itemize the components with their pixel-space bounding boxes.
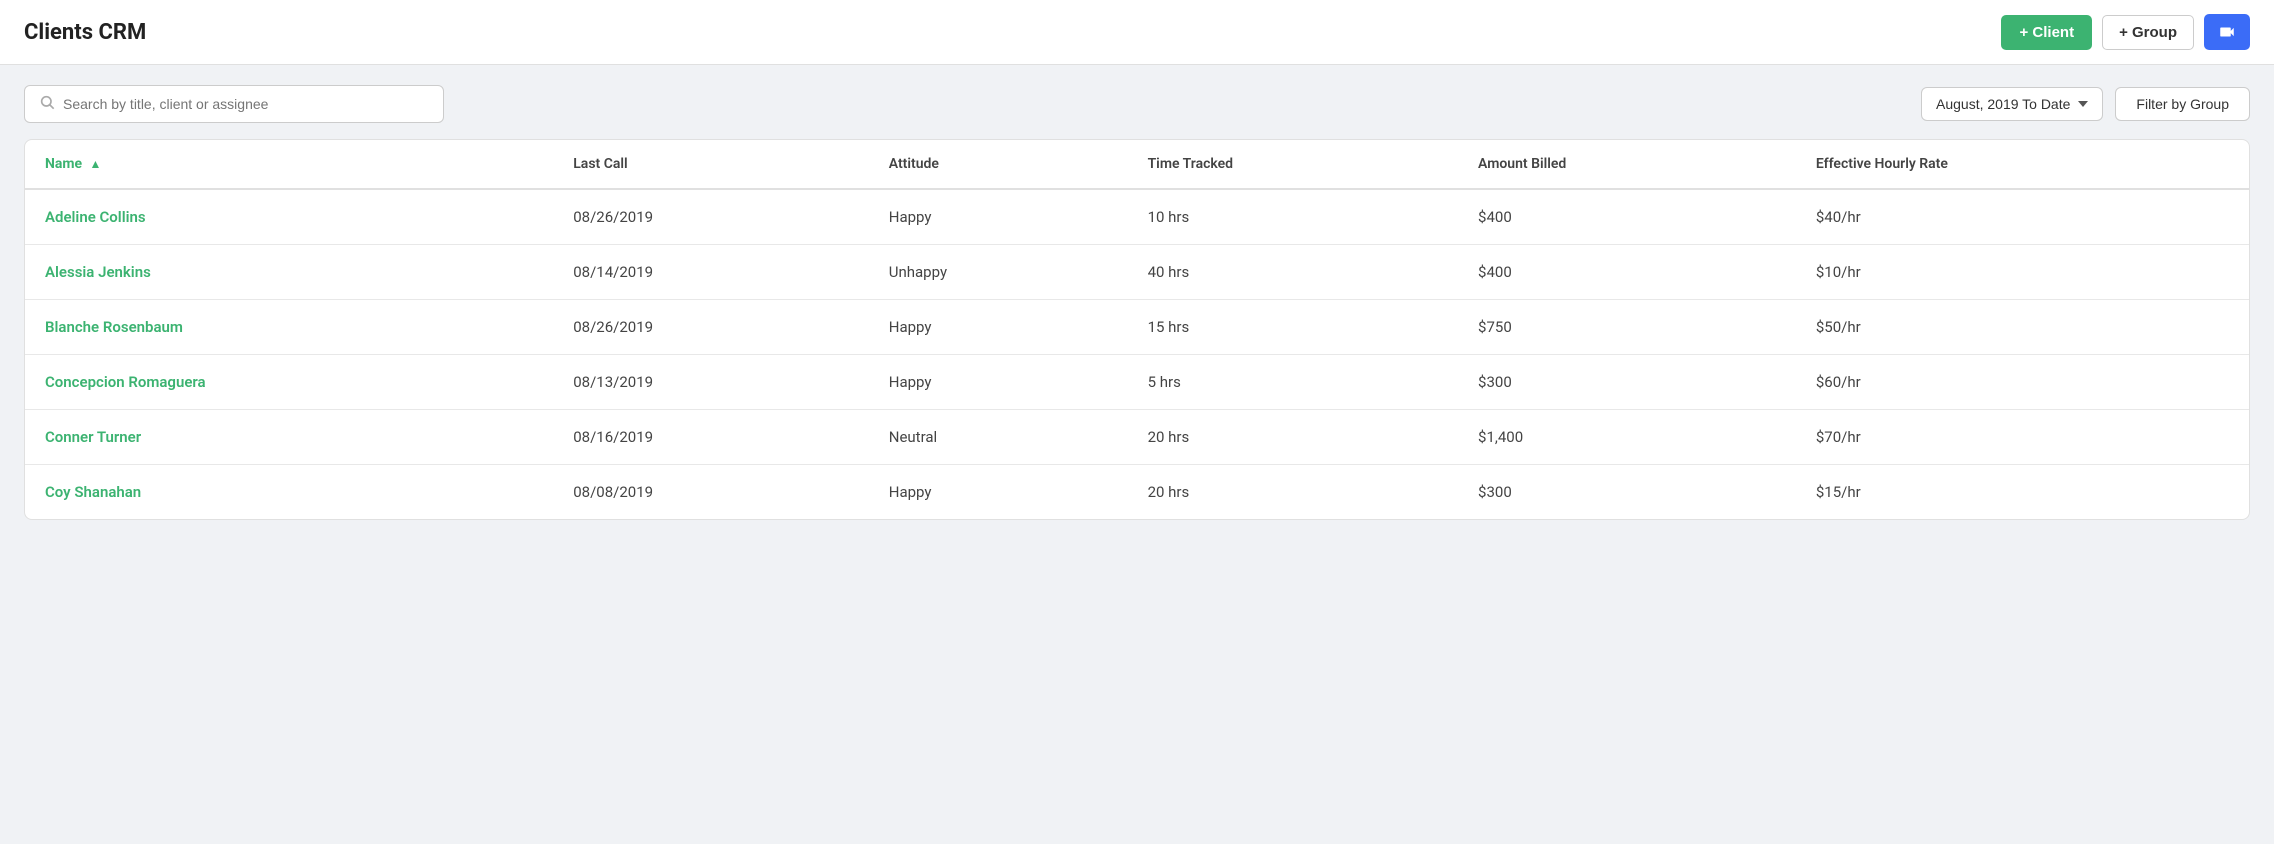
effective-hourly-rate-cell: $40/hr: [1796, 189, 2249, 245]
clients-table: Name ▲ Last Call Attitude Time Tracked A…: [25, 140, 2249, 519]
last-call-cell: 08/26/2019: [553, 189, 869, 245]
date-filter-label: August, 2019 To Date: [1936, 96, 2070, 112]
effective-hourly-rate-cell: $50/hr: [1796, 300, 2249, 355]
time-tracked-cell: 40 hrs: [1128, 245, 1458, 300]
time-tracked-cell: 10 hrs: [1128, 189, 1458, 245]
client-name-cell[interactable]: Concepcion Romaguera: [25, 355, 553, 410]
amount-billed-cell: $400: [1458, 189, 1796, 245]
effective-hourly-rate-cell: $10/hr: [1796, 245, 2249, 300]
header-bar: Clients CRM + Client + Group: [0, 0, 2274, 65]
client-name-cell[interactable]: Alessia Jenkins: [25, 245, 553, 300]
search-icon: [39, 94, 55, 114]
last-call-cell: 08/26/2019: [553, 300, 869, 355]
search-input[interactable]: [63, 96, 429, 112]
table-row: Alessia Jenkins 08/14/2019 Unhappy 40 hr…: [25, 245, 2249, 300]
col-header-attitude[interactable]: Attitude: [869, 140, 1128, 189]
amount-billed-cell: $1,400: [1458, 410, 1796, 465]
attitude-cell: Happy: [869, 189, 1128, 245]
page-title: Clients CRM: [24, 20, 146, 45]
client-name-cell[interactable]: Adeline Collins: [25, 189, 553, 245]
time-tracked-cell: 20 hrs: [1128, 410, 1458, 465]
date-filter-button[interactable]: August, 2019 To Date: [1921, 87, 2103, 121]
last-call-cell: 08/13/2019: [553, 355, 869, 410]
table-row: Coy Shanahan 08/08/2019 Happy 20 hrs $30…: [25, 465, 2249, 520]
content-area: August, 2019 To Date Filter by Group Nam…: [0, 65, 2274, 540]
attitude-cell: Happy: [869, 465, 1128, 520]
time-tracked-cell: 5 hrs: [1128, 355, 1458, 410]
add-client-button[interactable]: + Client: [2001, 15, 2092, 50]
col-header-effective-hourly-rate[interactable]: Effective Hourly Rate: [1796, 140, 2249, 189]
col-header-time-tracked[interactable]: Time Tracked: [1128, 140, 1458, 189]
amount-billed-cell: $400: [1458, 245, 1796, 300]
time-tracked-cell: 15 hrs: [1128, 300, 1458, 355]
group-filter-button[interactable]: Filter by Group: [2115, 87, 2250, 121]
page-wrapper: Clients CRM + Client + Group: [0, 0, 2274, 844]
video-icon: [2218, 23, 2236, 41]
col-header-amount-billed[interactable]: Amount Billed: [1458, 140, 1796, 189]
table-row: Adeline Collins 08/26/2019 Happy 10 hrs …: [25, 189, 2249, 245]
amount-billed-cell: $300: [1458, 355, 1796, 410]
last-call-cell: 08/08/2019: [553, 465, 869, 520]
client-name-cell[interactable]: Blanche Rosenbaum: [25, 300, 553, 355]
toolbar-right: August, 2019 To Date Filter by Group: [1921, 87, 2250, 121]
attitude-cell: Happy: [869, 355, 1128, 410]
table-header-row: Name ▲ Last Call Attitude Time Tracked A…: [25, 140, 2249, 189]
attitude-cell: Neutral: [869, 410, 1128, 465]
video-button[interactable]: [2204, 14, 2250, 50]
effective-hourly-rate-cell: $15/hr: [1796, 465, 2249, 520]
time-tracked-cell: 20 hrs: [1128, 465, 1458, 520]
col-header-last-call[interactable]: Last Call: [553, 140, 869, 189]
add-group-button[interactable]: + Group: [2102, 15, 2194, 50]
table-body: Adeline Collins 08/26/2019 Happy 10 hrs …: [25, 189, 2249, 519]
effective-hourly-rate-cell: $60/hr: [1796, 355, 2249, 410]
table-row: Concepcion Romaguera 08/13/2019 Happy 5 …: [25, 355, 2249, 410]
table-row: Conner Turner 08/16/2019 Neutral 20 hrs …: [25, 410, 2249, 465]
sort-arrow-icon: ▲: [90, 157, 102, 171]
col-header-name[interactable]: Name ▲: [25, 140, 553, 189]
header-actions: + Client + Group: [2001, 14, 2250, 50]
table-row: Blanche Rosenbaum 08/26/2019 Happy 15 hr…: [25, 300, 2249, 355]
client-name-cell[interactable]: Coy Shanahan: [25, 465, 553, 520]
table-header: Name ▲ Last Call Attitude Time Tracked A…: [25, 140, 2249, 189]
chevron-down-icon: [2078, 101, 2088, 107]
search-wrapper[interactable]: [24, 85, 444, 123]
last-call-cell: 08/14/2019: [553, 245, 869, 300]
amount-billed-cell: $300: [1458, 465, 1796, 520]
effective-hourly-rate-cell: $70/hr: [1796, 410, 2249, 465]
attitude-cell: Unhappy: [869, 245, 1128, 300]
toolbar: August, 2019 To Date Filter by Group: [24, 85, 2250, 123]
amount-billed-cell: $750: [1458, 300, 1796, 355]
clients-table-container: Name ▲ Last Call Attitude Time Tracked A…: [24, 139, 2250, 520]
client-name-cell[interactable]: Conner Turner: [25, 410, 553, 465]
attitude-cell: Happy: [869, 300, 1128, 355]
last-call-cell: 08/16/2019: [553, 410, 869, 465]
